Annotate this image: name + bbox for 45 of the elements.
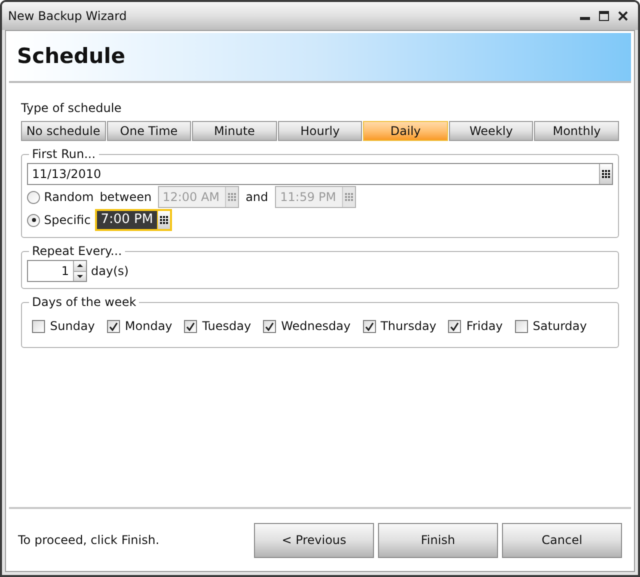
page-title: Schedule (17, 43, 126, 70)
group-title: Days of the week (31, 294, 138, 311)
schedule-tab[interactable]: Hourly (278, 121, 362, 141)
group-title: First Run... (31, 146, 97, 163)
checkbox[interactable] (263, 320, 276, 332)
checkbox-label: Saturday (532, 318, 587, 335)
check-icon (108, 322, 118, 330)
close-icon[interactable] (618, 11, 628, 21)
checkbox-label: Tuesday (202, 318, 252, 335)
schedule-tab[interactable]: Weekly (448, 121, 534, 141)
checkbox[interactable] (362, 320, 376, 332)
checkbox-label: Friday (466, 318, 503, 335)
checkbox-label: Sunday (50, 318, 95, 335)
check-icon (265, 322, 274, 330)
checkbox-label: Monday (124, 318, 172, 335)
wizard-button[interactable]: Cancel (502, 522, 622, 558)
schedule-tab[interactable]: One Time (106, 121, 192, 141)
checkbox[interactable] (32, 320, 45, 332)
and-label: and (246, 189, 268, 206)
checkbox[interactable] (448, 320, 462, 332)
window-title: New Backup Wizard (8, 8, 128, 25)
schedule-tab[interactable]: No schedule (21, 121, 106, 141)
schedule-tab[interactable]: Monthly (534, 121, 620, 141)
radio-label: Specific (44, 212, 91, 229)
check-icon (450, 322, 460, 330)
check-icon (364, 322, 374, 330)
unit-label: day(s) (91, 263, 129, 280)
radio-button[interactable] (27, 190, 40, 204)
group-title: Repeat Every... (31, 243, 123, 260)
wizard-button[interactable]: Finish (378, 522, 498, 558)
checkbox-label: Thursday (380, 318, 436, 335)
radio-label: Random (44, 189, 94, 206)
radio-button[interactable] (27, 214, 40, 226)
footer-hint: To proceed, click Finish. (18, 532, 160, 549)
between-label: between (100, 189, 152, 206)
checkbox[interactable] (514, 320, 528, 332)
checkbox-label: Wednesday (281, 318, 351, 335)
schedule-tab[interactable]: Daily (363, 121, 448, 141)
checkbox[interactable] (106, 320, 120, 332)
checkbox[interactable] (184, 320, 198, 332)
section-label: Type of schedule (21, 100, 123, 117)
wizard-button[interactable]: < Previous (254, 522, 374, 558)
schedule-tab[interactable]: Minute (192, 121, 277, 141)
check-icon (186, 322, 196, 330)
maximize-icon[interactable] (599, 11, 609, 21)
